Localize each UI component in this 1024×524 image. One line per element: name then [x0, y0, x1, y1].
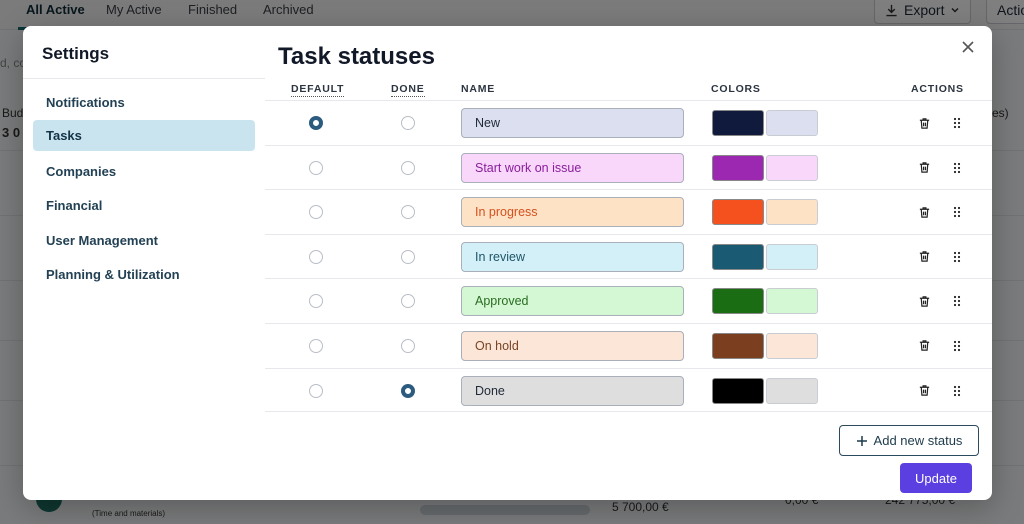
delete-status-button[interactable]	[916, 293, 932, 309]
default-radio[interactable]	[309, 383, 323, 398]
trash-icon	[919, 296, 929, 307]
default-radio[interactable]	[309, 116, 323, 130]
table-row: New	[265, 100, 992, 145]
done-radio[interactable]	[401, 383, 415, 398]
drag-handle[interactable]	[949, 383, 965, 399]
drag-handle-icon	[953, 162, 961, 173]
table-row: Approved	[265, 278, 992, 323]
sidebar-item-financial[interactable]: Financial	[33, 190, 255, 221]
sidebar-item-planning-utilization[interactable]: Planning & Utilization	[33, 259, 255, 290]
column-header-actions: ACTIONS	[911, 83, 964, 95]
background-color-swatch[interactable]	[766, 377, 818, 404]
sidebar-item-companies[interactable]: Companies	[33, 156, 255, 187]
sidebar-divider	[23, 78, 265, 79]
drag-handle[interactable]	[949, 204, 965, 220]
delete-status-button[interactable]	[916, 160, 932, 176]
primary-color-swatch[interactable]	[712, 377, 764, 404]
drag-handle-icon	[953, 385, 961, 396]
drag-handle-icon	[953, 340, 961, 352]
trash-icon	[919, 385, 929, 396]
background-color-swatch[interactable]	[766, 199, 818, 226]
done-radio[interactable]	[401, 294, 415, 309]
trash-icon	[919, 206, 929, 218]
close-button[interactable]	[959, 38, 977, 56]
drag-handle[interactable]	[949, 160, 965, 176]
primary-color-swatch[interactable]	[712, 243, 764, 270]
drag-handle-icon	[953, 251, 961, 262]
column-header-name: NAME	[461, 83, 496, 95]
table-row: Done	[265, 367, 992, 413]
drag-handle[interactable]	[949, 338, 965, 354]
add-new-status-label: Add new status	[873, 433, 963, 448]
status-name-input[interactable]: In progress	[461, 197, 684, 228]
status-name-input[interactable]: On hold	[461, 330, 684, 361]
default-radio[interactable]	[309, 294, 323, 309]
done-radio[interactable]	[401, 205, 415, 220]
delete-status-button[interactable]	[916, 115, 932, 131]
done-radio[interactable]	[401, 249, 415, 264]
done-radio[interactable]	[401, 160, 415, 175]
plus-icon	[856, 435, 867, 446]
column-header-done: DONE	[391, 83, 425, 97]
trash-icon	[919, 117, 929, 129]
settings-modal: Settings Notifications Tasks Companies Fina…	[23, 26, 992, 500]
default-radio[interactable]	[309, 249, 323, 264]
column-header-default: DEFAULT	[291, 83, 345, 97]
delete-status-button[interactable]	[916, 249, 932, 265]
drag-handle-icon	[953, 296, 961, 307]
delete-status-button[interactable]	[916, 338, 932, 354]
done-radio[interactable]	[401, 338, 415, 353]
table-row: Start work on issue	[265, 144, 992, 190]
background-color-swatch[interactable]	[766, 154, 818, 181]
status-name-input[interactable]: Approved	[461, 286, 684, 317]
drag-handle[interactable]	[949, 115, 965, 131]
status-name-input[interactable]: New	[461, 108, 684, 138]
table-row: In review	[265, 233, 992, 279]
add-new-status-button[interactable]: Add new status	[839, 425, 979, 456]
status-name-input[interactable]: In review	[461, 241, 684, 272]
table-row: On hold	[265, 322, 992, 368]
trash-icon	[919, 251, 929, 263]
trash-icon	[919, 162, 929, 173]
update-button[interactable]: Update	[900, 463, 972, 493]
page-title: Task statuses	[278, 43, 435, 70]
default-radio[interactable]	[309, 205, 323, 220]
primary-color-swatch[interactable]	[712, 199, 764, 226]
drag-handle[interactable]	[949, 249, 965, 265]
column-header-colors: COLORS	[711, 83, 761, 95]
sidebar-item-tasks[interactable]: Tasks	[33, 120, 255, 151]
done-radio[interactable]	[401, 116, 415, 130]
drag-handle-icon	[953, 207, 961, 218]
delete-status-button[interactable]	[916, 204, 932, 220]
background-color-swatch[interactable]	[766, 332, 818, 359]
trash-icon	[919, 340, 929, 352]
default-radio[interactable]	[309, 338, 323, 353]
background-color-swatch[interactable]	[766, 110, 818, 136]
settings-title: Settings	[42, 44, 110, 63]
sidebar-item-notifications[interactable]: Notifications	[33, 87, 255, 118]
drag-handle-icon	[953, 117, 961, 129]
status-table: New Start work on issue In progress In revi…	[265, 100, 992, 413]
close-icon	[962, 41, 974, 53]
delete-status-button[interactable]	[916, 383, 932, 399]
sidebar-item-user-management[interactable]: User Management	[33, 225, 255, 256]
drag-handle[interactable]	[949, 293, 965, 309]
primary-color-swatch[interactable]	[712, 110, 764, 136]
primary-color-swatch[interactable]	[712, 288, 764, 315]
primary-color-swatch[interactable]	[712, 154, 764, 181]
default-radio[interactable]	[309, 160, 323, 175]
status-name-input[interactable]: Done	[461, 375, 684, 406]
background-color-swatch[interactable]	[766, 243, 818, 270]
background-color-swatch[interactable]	[766, 288, 818, 315]
status-name-input[interactable]: Start work on issue	[461, 152, 684, 183]
table-row: In progress	[265, 189, 992, 234]
primary-color-swatch[interactable]	[712, 332, 764, 359]
